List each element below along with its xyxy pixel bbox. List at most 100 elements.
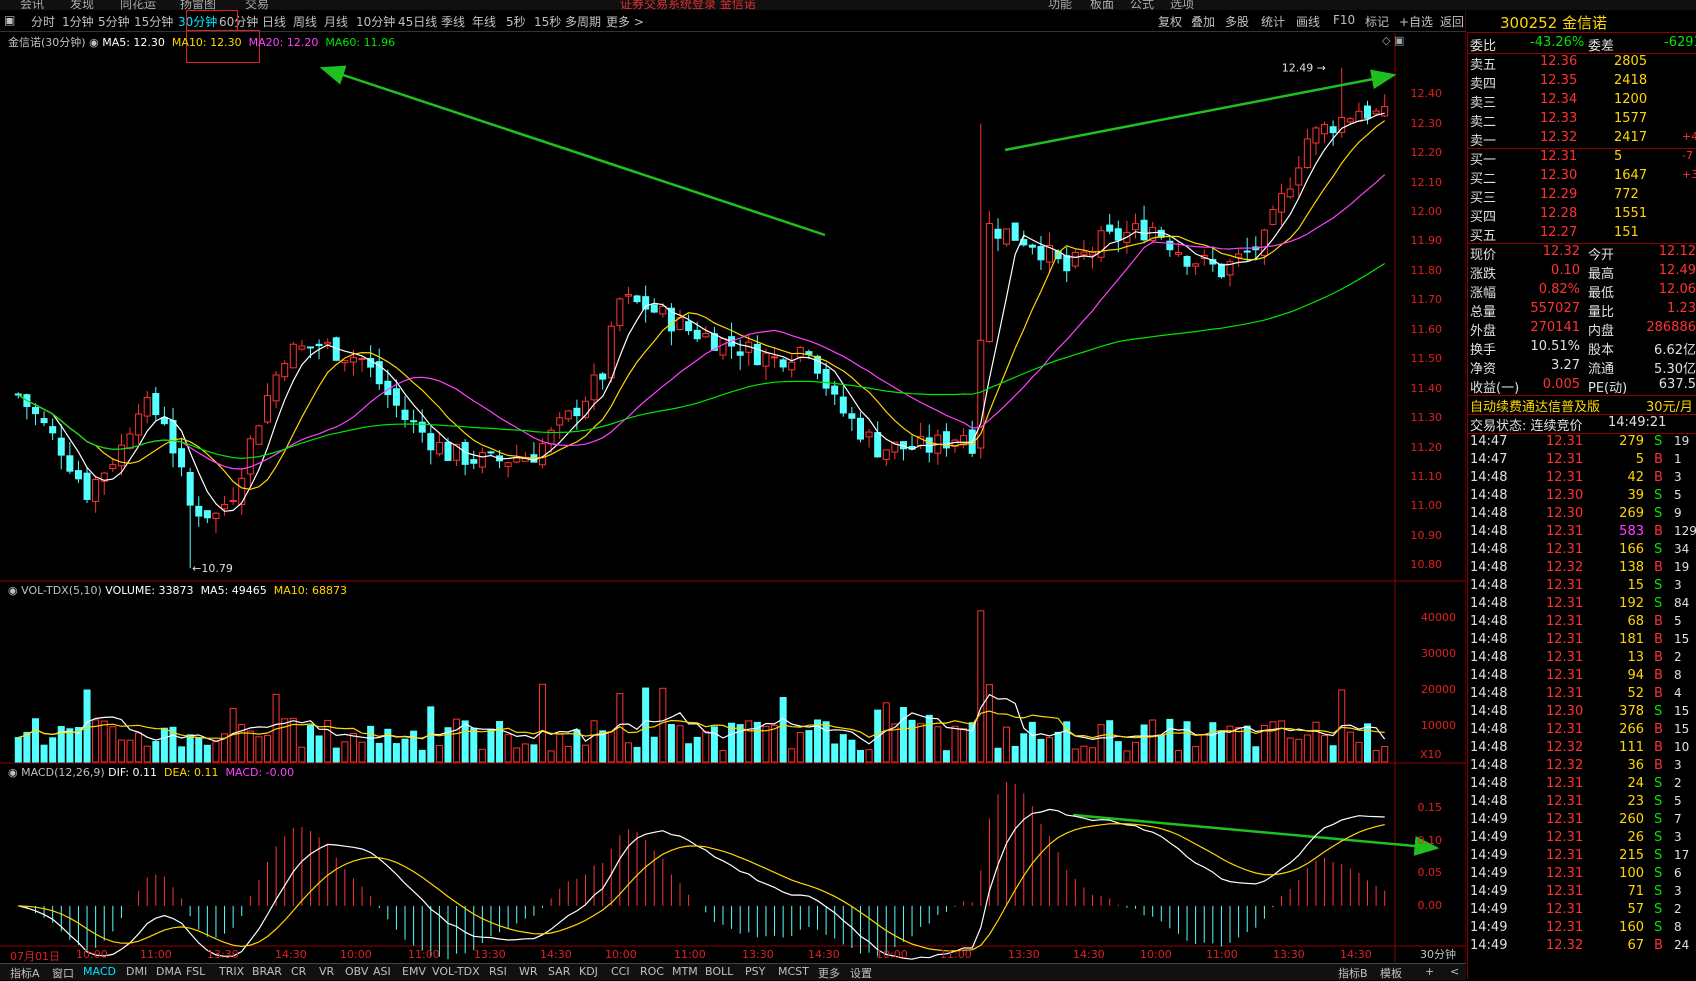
volume-bar <box>693 736 701 763</box>
indicator-tab[interactable]: CR <box>291 965 306 978</box>
indicator-tab[interactable]: DMA <box>156 965 182 978</box>
indicator-tab[interactable]: MCST <box>778 965 809 978</box>
tick-time: 14:48 <box>1470 776 1508 791</box>
volume-bar <box>255 736 263 763</box>
volume-bar <box>410 730 418 763</box>
kline-chart[interactable]: 12.49 → ←10.79 <box>0 0 1466 979</box>
volume-bar <box>178 746 186 763</box>
indicator-tab[interactable]: PSY <box>745 965 765 978</box>
volume-bar <box>796 731 804 763</box>
tick-volume: 23 <box>1627 794 1644 809</box>
candle-body <box>1028 244 1036 248</box>
tick-volume: 26 <box>1627 830 1644 845</box>
indicator-tab[interactable]: FSL <box>186 965 205 978</box>
indicator-tab[interactable]: ROC <box>640 965 664 978</box>
tick-price: 12.32 <box>1546 740 1584 755</box>
trade-status-row: 交易状态: 连续竞价 14:49:21 <box>1468 415 1696 434</box>
tick-volume: 266 <box>1619 722 1644 737</box>
price-axis-label: 10.80 <box>1410 558 1443 572</box>
candle-body <box>513 457 521 463</box>
macd-histogram <box>26 781 1386 960</box>
bid-volume: 772 <box>1614 187 1639 202</box>
indicator-tab[interactable]: TRIX <box>219 965 244 978</box>
quote-label: 最低 <box>1588 286 1615 301</box>
volume-bar <box>375 742 383 763</box>
trend-arrow <box>319 65 826 237</box>
indicator-tab[interactable]: KDJ <box>579 965 598 978</box>
indicator-tab[interactable]: SAR <box>548 965 570 978</box>
time-axis-label: 14:30 <box>1073 948 1105 961</box>
candle-body <box>856 417 864 440</box>
tick-row: 14:48 12.31 192 S 84 <box>1468 596 1696 614</box>
candle-body <box>238 477 246 506</box>
volume-bar <box>332 747 340 763</box>
template-tab[interactable]: < <box>1450 965 1459 978</box>
tick-count: 3 <box>1674 758 1682 772</box>
template-tab[interactable]: + <box>1425 965 1434 978</box>
time-axis-label: 11:00 <box>408 948 440 961</box>
candle-body <box>882 449 890 460</box>
indicator-tab[interactable]: BRAR <box>252 965 282 978</box>
indicator-tab[interactable]: BOLL <box>705 965 733 978</box>
candle-body <box>762 352 770 367</box>
indicator-tab[interactable]: CCI <box>611 965 630 978</box>
low-annotation: ←10.79 <box>192 562 233 575</box>
indicator-tab[interactable]: VR <box>319 965 334 978</box>
candle-body <box>650 304 658 313</box>
tick-side: B <box>1654 650 1663 665</box>
volume-bar <box>367 725 375 763</box>
indicator-tab[interactable]: WR <box>519 965 538 978</box>
tick-time: 14:48 <box>1470 668 1508 683</box>
candle-body <box>1003 228 1011 245</box>
promo-text: 自动续费通达信普及版 <box>1470 400 1601 415</box>
volume-bar <box>487 728 495 763</box>
candle-body <box>410 420 418 423</box>
tick-row: 14:48 12.30 39 S 5 <box>1468 488 1696 506</box>
volume-bar <box>1312 721 1320 763</box>
indicator-tab[interactable]: RSI <box>489 965 507 978</box>
ma5-line <box>17 112 1385 512</box>
time-axis-label: 11:00 <box>674 948 706 961</box>
volume-bar <box>504 733 512 763</box>
quote-label: 流通 <box>1588 362 1615 377</box>
weicha-value: -6291 <box>1664 35 1696 50</box>
candle-body <box>57 437 65 456</box>
tick-row: 14:49 12.31 215 S 17 <box>1468 848 1696 866</box>
quote-value: 0.10 <box>1551 263 1580 278</box>
volume-bar <box>736 724 744 763</box>
tick-price: 12.31 <box>1546 578 1584 593</box>
volume-bar <box>1217 730 1225 763</box>
indicator-tab[interactable]: EMV <box>402 965 426 978</box>
tick-time: 14:48 <box>1470 488 1508 503</box>
tick-count: 2 <box>1674 650 1682 664</box>
volume-bar <box>66 728 74 763</box>
tick-side: B <box>1654 614 1663 629</box>
quote-label: 换手 <box>1470 343 1497 358</box>
tick-side: B <box>1654 722 1663 737</box>
tick-time: 14:47 <box>1470 452 1508 467</box>
indicator-tab[interactable]: ASI <box>373 965 391 978</box>
tick-side: S <box>1654 434 1663 449</box>
indicator-tab[interactable]: MTM <box>672 965 698 978</box>
volume-bar <box>1286 737 1294 763</box>
volume-bar <box>126 739 134 763</box>
quote-label: 现价 <box>1470 248 1497 263</box>
indicator-tab[interactable]: VOL-TDX <box>432 965 480 978</box>
ask-row: 卖五 12.36 2805 <box>1468 54 1696 73</box>
candle-body <box>753 343 761 366</box>
tick-volume: 94 <box>1627 668 1644 683</box>
promo-row[interactable]: 自动续费通达信普及版 30元/月 <box>1468 396 1696 415</box>
quote-row: 净资 3.27 流通 5.30亿 <box>1468 358 1696 377</box>
candle-body <box>83 472 91 500</box>
tick-volume: 36 <box>1627 758 1644 773</box>
volume-bar <box>839 734 847 763</box>
volume-bar <box>14 737 22 763</box>
price-axis-label: 10.90 <box>1410 528 1443 542</box>
tick-time: 14:48 <box>1470 704 1508 719</box>
window-controls[interactable]: ◇ ▣ <box>1382 34 1404 47</box>
indicator-tab[interactable]: OBV <box>345 965 368 978</box>
candle-body <box>246 438 254 475</box>
macd-axis-label: 0.05 <box>1417 866 1443 880</box>
indicator-tab[interactable]: MACD <box>83 965 116 978</box>
indicator-tab[interactable]: DMI <box>126 965 147 978</box>
